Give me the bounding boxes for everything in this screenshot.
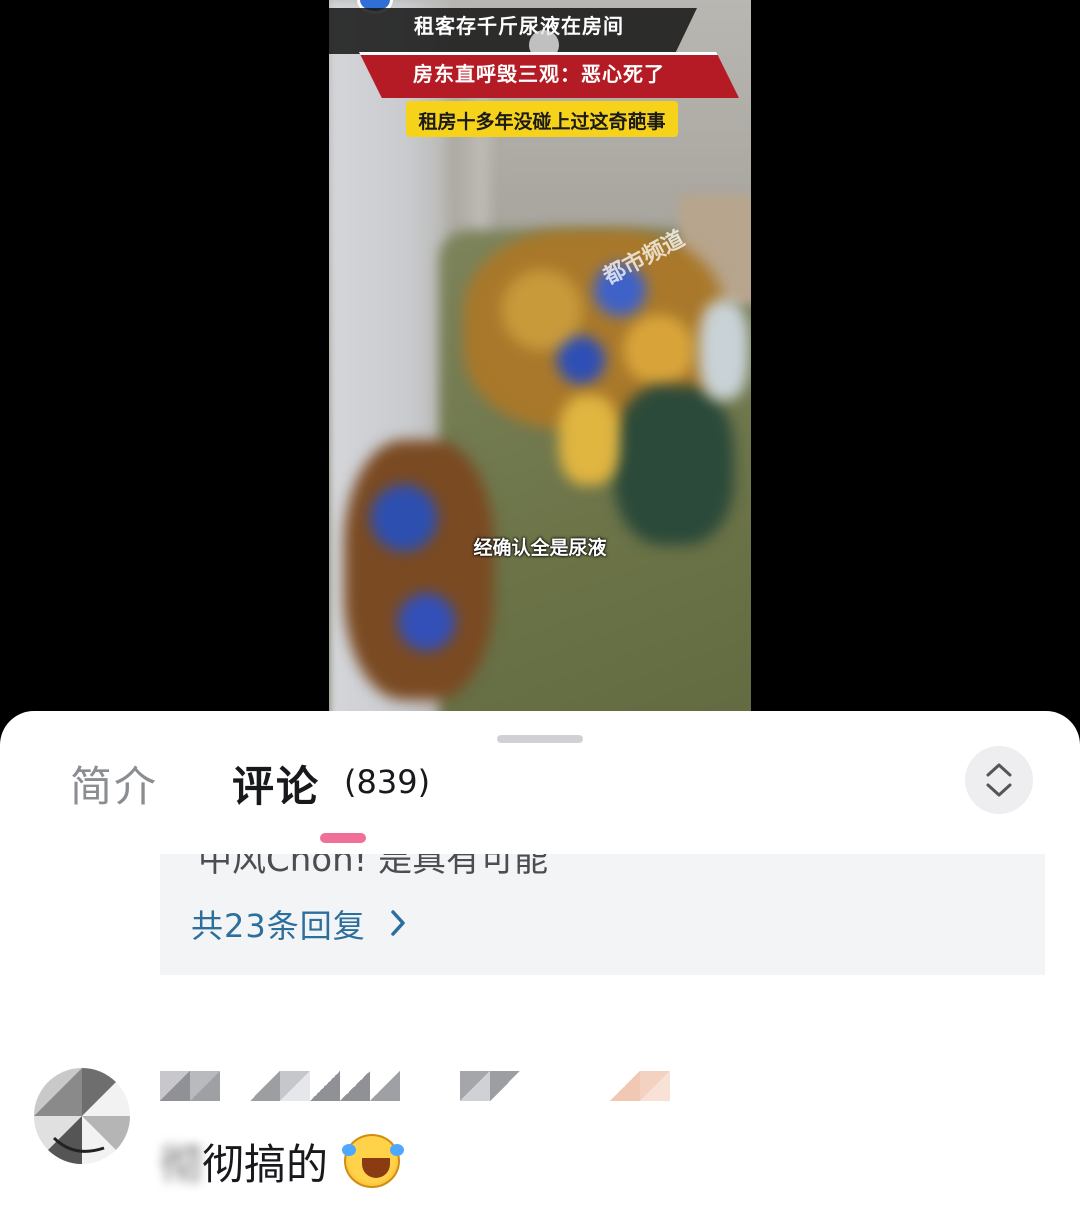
sheet-drag-handle[interactable] [497, 735, 583, 743]
emoji-tear [390, 1144, 404, 1156]
headline-line1: 租客存千斤尿液在房间 [414, 14, 624, 38]
comment-text[interactable]: 彻彻搞的 [160, 1131, 328, 1192]
chevron-up-down-icon [986, 763, 1012, 797]
comments-sheet: 简介 评论 (839) 中风Choh! 是真有可能 共23条回复 彻彻搞的 [0, 711, 1080, 1227]
video-scene-bottles [344, 440, 494, 700]
blurred-character: 彻 [160, 1140, 203, 1189]
laughing-crying-emoji-icon [342, 1134, 404, 1188]
active-tab-indicator [320, 833, 366, 843]
video-scene-bottles [699, 300, 749, 400]
reply-preview-box[interactable]: 中风Choh! 是真有可能 共23条回复 [160, 854, 1045, 975]
reply-preview-text: 中风Choh! 是真有可能 [198, 854, 549, 880]
avatar[interactable] [34, 1068, 130, 1164]
tab-intro[interactable]: 简介 [70, 753, 158, 814]
expand-sheet-button[interactable] [965, 746, 1033, 814]
comments-count: (839) [344, 763, 431, 801]
video-scene-cloth [614, 385, 734, 545]
video-player[interactable]: 租客存千斤尿液在房间 房东直呼毁三观：恶心死了 租房十多年没碰上过这奇葩事 都市… [0, 0, 1080, 720]
tab-comments[interactable]: 评论 [232, 753, 320, 814]
video-scene-bottles [559, 395, 619, 485]
headline-line2: 房东直呼毁三观：恶心死了 [413, 62, 665, 86]
emoji-tear [342, 1144, 356, 1156]
emoji-mouth [362, 1158, 390, 1178]
chevron-right-icon [391, 910, 405, 936]
video-subtitle: 经确认全是尿液 [473, 537, 607, 559]
headline-line3: 租房十多年没碰上过这奇葩事 [418, 111, 666, 133]
video-frame[interactable]: 租客存千斤尿液在房间 房东直呼毁三观：恶心死了 租房十多年没碰上过这奇葩事 都市… [329, 0, 751, 720]
avatar-mosaic-image [34, 1068, 130, 1164]
view-replies-link[interactable]: 共23条回复 [191, 901, 366, 947]
comment-body: 彻搞的 [202, 1140, 329, 1189]
username-mosaic[interactable] [160, 1071, 670, 1101]
